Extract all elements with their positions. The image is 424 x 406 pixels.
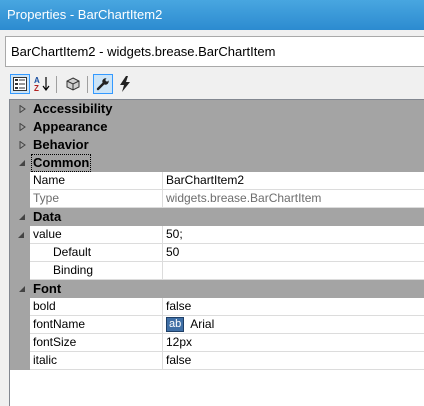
- property-row-name[interactable]: Name BarChartItem2: [10, 172, 424, 190]
- property-name: Default: [30, 244, 163, 261]
- object-selector[interactable]: BarChartItem2 - widgets.brease.BarChartI…: [5, 36, 424, 67]
- expand-arrow-icon[interactable]: [15, 136, 29, 154]
- category-font[interactable]: Font: [10, 280, 424, 298]
- collapse-arrow-icon[interactable]: [15, 154, 29, 172]
- property-row-binding[interactable]: Binding: [10, 262, 424, 280]
- property-row-bold[interactable]: bold false: [10, 298, 424, 316]
- lightning-icon: [120, 76, 130, 92]
- property-name: Type: [30, 190, 163, 207]
- property-name: value: [30, 226, 163, 243]
- cube-icon: [66, 77, 80, 91]
- property-row-value[interactable]: value 50;: [10, 226, 424, 244]
- font-preview-icon: ab: [166, 317, 185, 332]
- property-name: fontSize: [30, 334, 163, 351]
- svg-text:Z: Z: [34, 84, 39, 92]
- property-value[interactable]: 12px: [166, 334, 424, 351]
- collapse-arrow-icon[interactable]: [15, 280, 29, 298]
- property-value[interactable]: [166, 262, 424, 279]
- property-value[interactable]: ab Arial: [166, 316, 424, 333]
- property-value[interactable]: false: [166, 352, 424, 369]
- category-common[interactable]: Common: [10, 154, 424, 172]
- category-behavior[interactable]: Behavior: [10, 136, 424, 154]
- sort-az-icon: A Z: [34, 76, 50, 92]
- property-row-default[interactable]: Default 50: [10, 244, 424, 262]
- category-label: Font: [33, 281, 62, 296]
- categorized-view-button[interactable]: [10, 74, 30, 94]
- property-row-type[interactable]: Type widgets.brease.BarChartItem: [10, 190, 424, 208]
- property-name: Binding: [30, 262, 163, 279]
- expand-arrow-icon[interactable]: [15, 118, 29, 136]
- font-name-value: Arial: [190, 317, 215, 331]
- property-row-italic[interactable]: italic false: [10, 352, 424, 370]
- category-label: Behavior: [33, 137, 89, 152]
- property-name: fontName: [30, 316, 163, 333]
- property-value[interactable]: 50;: [166, 226, 424, 243]
- property-row-fontsize[interactable]: fontSize 12px: [10, 334, 424, 352]
- property-grid: Accessibility Appearance Behavior Common…: [9, 99, 424, 406]
- window-title: Properties - BarChartItem2: [0, 0, 424, 30]
- category-label: Data: [33, 209, 62, 224]
- property-value[interactable]: false: [166, 298, 424, 315]
- properties-view-button[interactable]: [93, 74, 113, 94]
- category-appearance[interactable]: Appearance: [10, 118, 424, 136]
- expand-arrow-icon[interactable]: [15, 100, 29, 118]
- events-view-button[interactable]: [115, 74, 135, 94]
- property-value[interactable]: 50: [166, 244, 424, 261]
- property-name: italic: [30, 352, 163, 369]
- collapse-arrow-icon[interactable]: [14, 226, 28, 244]
- property-name: Name: [30, 172, 163, 189]
- wrench-icon: [96, 78, 109, 91]
- category-accessibility[interactable]: Accessibility: [10, 100, 424, 118]
- property-value[interactable]: BarChartItem2: [166, 172, 424, 189]
- category-data[interactable]: Data: [10, 208, 424, 226]
- category-label: Appearance: [33, 119, 108, 134]
- collapse-arrow-icon[interactable]: [15, 208, 29, 226]
- categorized-icon: [13, 77, 27, 91]
- property-row-fontname[interactable]: fontName ab Arial: [10, 316, 424, 334]
- object-button[interactable]: [63, 74, 83, 94]
- alphabetical-view-button[interactable]: A Z: [32, 74, 52, 94]
- category-label: Accessibility: [33, 101, 113, 116]
- category-label: Common: [31, 154, 92, 172]
- property-name: bold: [30, 298, 163, 315]
- property-value: widgets.brease.BarChartItem: [166, 191, 322, 205]
- property-toolbar: A Z: [9, 72, 149, 98]
